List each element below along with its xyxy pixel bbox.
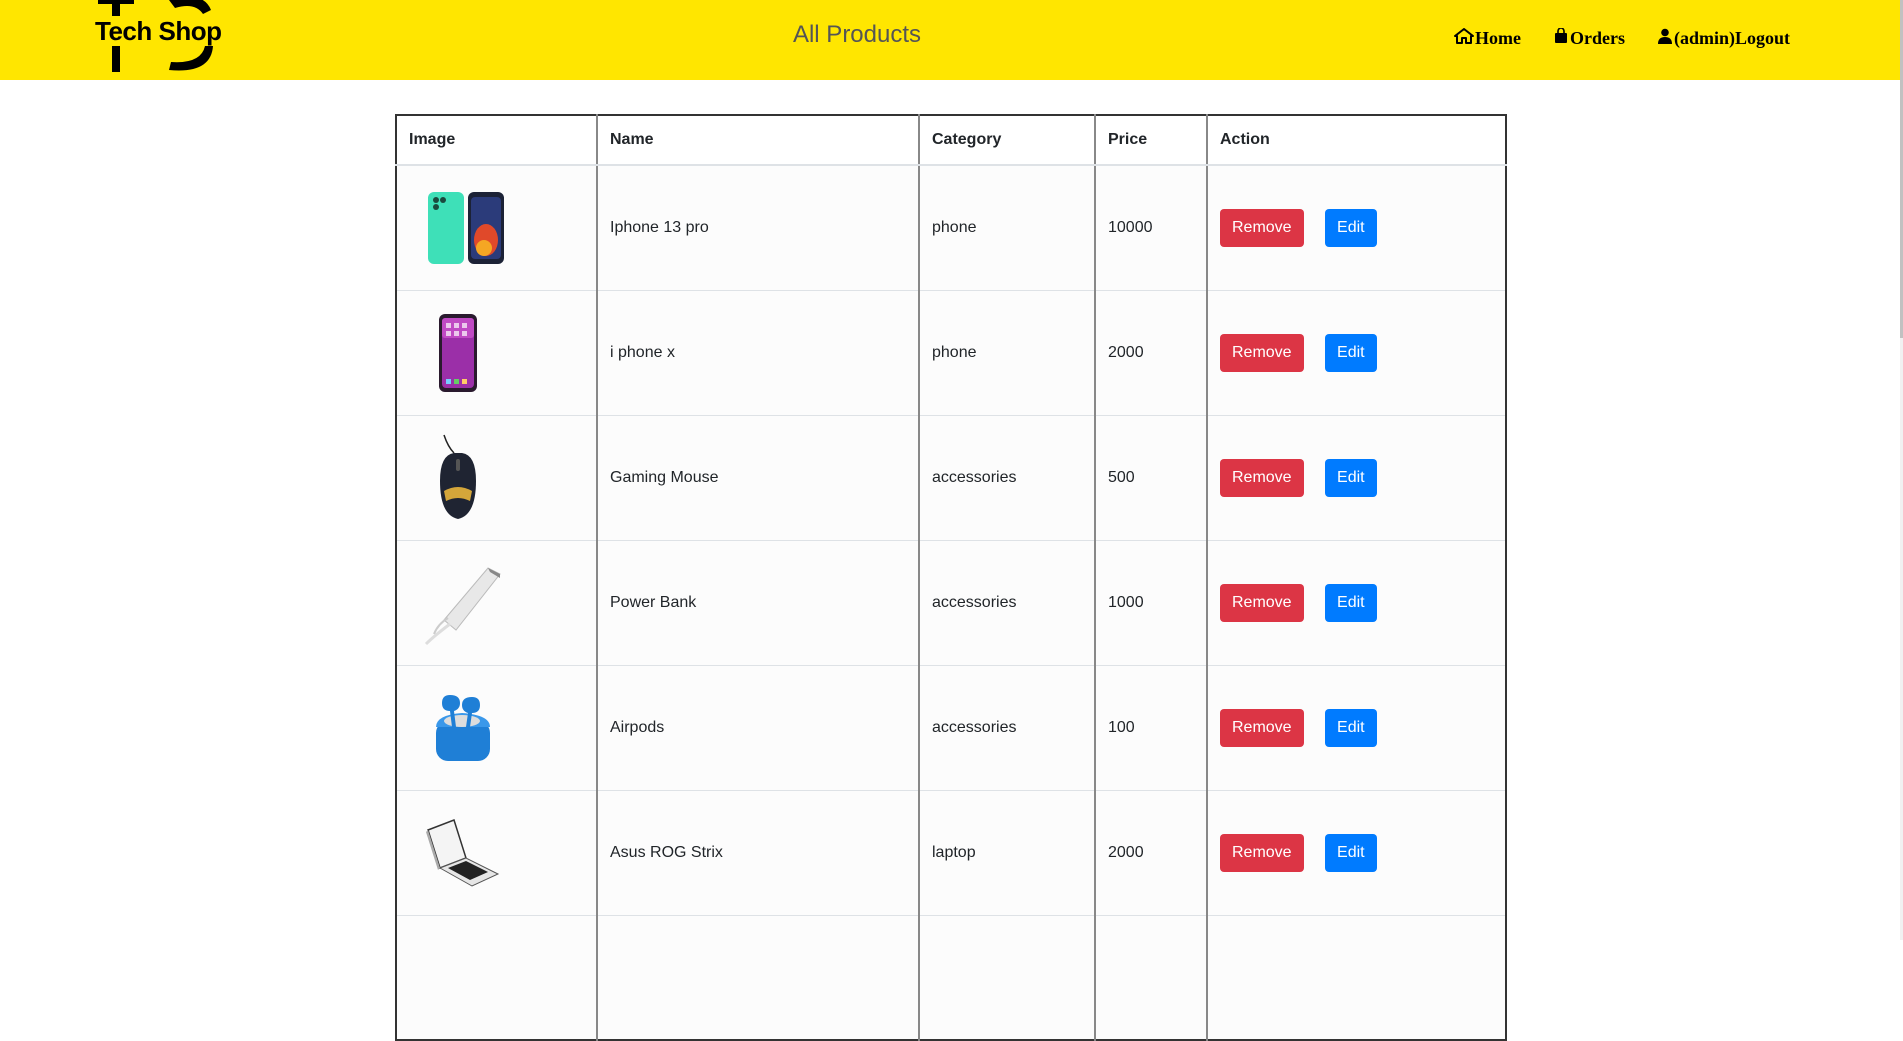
table-row bbox=[396, 914, 1507, 1041]
product-name-partial bbox=[596, 914, 920, 1041]
product-image-cell bbox=[396, 539, 598, 666]
product-image-cell bbox=[396, 164, 598, 291]
top-navbar: Tech Shop All Products Home Orders (admi… bbox=[0, 0, 1900, 80]
edit-button[interactable]: Edit bbox=[1325, 458, 1377, 497]
product-category: accessories bbox=[918, 539, 1096, 666]
nav-orders-label: Orders bbox=[1569, 28, 1625, 48]
mouse-image bbox=[409, 433, 509, 523]
product-image-cell bbox=[396, 289, 598, 416]
product-image-cell bbox=[396, 414, 598, 541]
product-category: phone bbox=[918, 164, 1096, 291]
shopping-bag-icon bbox=[1553, 27, 1570, 49]
logo-text: Tech Shop bbox=[95, 16, 222, 46]
table-row: Gaming Mouse accessories 500 Remove Edit bbox=[396, 414, 1507, 541]
product-name: Power Bank bbox=[596, 539, 920, 666]
product-price: 2000 bbox=[1094, 789, 1208, 916]
edit-button[interactable]: Edit bbox=[1325, 333, 1377, 372]
table-row: Asus ROG Strix laptop 2000 Remove Edit bbox=[396, 789, 1507, 916]
edit-button[interactable]: Edit bbox=[1325, 583, 1377, 622]
product-actions: Remove Edit bbox=[1206, 539, 1507, 666]
product-category: phone bbox=[918, 289, 1096, 416]
product-name: i phone x bbox=[596, 289, 920, 416]
nav-links: Home Orders (admin)Logout bbox=[1454, 27, 1790, 49]
power-bank-image bbox=[409, 558, 509, 648]
product-name: Asus ROG Strix bbox=[596, 789, 920, 916]
remove-button[interactable]: Remove bbox=[1220, 458, 1304, 497]
table-row: Airpods accessories 100 Remove Edit bbox=[396, 664, 1507, 791]
products-table-container: Image Name Category Price Action Iphone … bbox=[395, 114, 1507, 1041]
nav-orders-link[interactable]: Orders bbox=[1553, 27, 1625, 49]
product-category: accessories bbox=[918, 664, 1096, 791]
remove-button[interactable]: Remove bbox=[1220, 583, 1304, 622]
product-actions: Remove Edit bbox=[1206, 289, 1507, 416]
product-price: 1000 bbox=[1094, 539, 1208, 666]
nav-logout-label: (admin)Logout bbox=[1673, 28, 1790, 48]
product-price: 10000 bbox=[1094, 164, 1208, 291]
edit-button[interactable]: Edit bbox=[1325, 208, 1377, 247]
column-header-price: Price bbox=[1094, 114, 1208, 166]
remove-button[interactable]: Remove bbox=[1220, 333, 1304, 372]
table-row: i phone x phone 2000 Remove Edit bbox=[396, 289, 1507, 416]
product-category: accessories bbox=[918, 414, 1096, 541]
page-title: All Products bbox=[792, 21, 922, 48]
remove-button[interactable]: Remove bbox=[1220, 208, 1304, 247]
product-price-partial bbox=[1094, 914, 1208, 1041]
column-header-action: Action bbox=[1206, 114, 1507, 166]
laptop-image bbox=[409, 808, 509, 898]
edit-button[interactable]: Edit bbox=[1325, 708, 1377, 747]
table-header-row: Image Name Category Price Action bbox=[396, 114, 1507, 166]
product-price: 2000 bbox=[1094, 289, 1208, 416]
remove-button[interactable]: Remove bbox=[1220, 833, 1304, 872]
product-actions: Remove Edit bbox=[1206, 789, 1507, 916]
products-table: Image Name Category Price Action Iphone … bbox=[395, 114, 1507, 1041]
remove-button[interactable]: Remove bbox=[1220, 708, 1304, 747]
product-name: Airpods bbox=[596, 664, 920, 791]
column-header-category: Category bbox=[918, 114, 1096, 166]
product-price: 500 bbox=[1094, 414, 1208, 541]
product-image-cell bbox=[396, 914, 598, 1041]
column-header-image: Image bbox=[396, 114, 598, 166]
nav-logout-link[interactable]: (admin)Logout bbox=[1657, 28, 1790, 49]
table-row: Iphone 13 pro phone 10000 Remove Edit bbox=[396, 164, 1507, 291]
product-price: 100 bbox=[1094, 664, 1208, 791]
product-image-cell bbox=[396, 664, 598, 791]
product-actions: Remove Edit bbox=[1206, 664, 1507, 791]
product-image-cell bbox=[396, 789, 598, 916]
product-category-partial bbox=[918, 914, 1096, 1041]
product-category: laptop bbox=[918, 789, 1096, 916]
product-actions: Remove Edit bbox=[1206, 414, 1507, 541]
product-name: Gaming Mouse bbox=[596, 414, 920, 541]
user-icon bbox=[1657, 28, 1674, 49]
nav-home-link[interactable]: Home bbox=[1454, 28, 1521, 49]
home-icon bbox=[1454, 28, 1475, 49]
product-actions-partial bbox=[1206, 914, 1507, 1041]
edit-button[interactable]: Edit bbox=[1325, 833, 1377, 872]
phone-pair-image bbox=[409, 183, 509, 273]
product-name: Iphone 13 pro bbox=[596, 164, 920, 291]
nav-home-label: Home bbox=[1475, 28, 1521, 48]
column-header-name: Name bbox=[596, 114, 920, 166]
table-row: Power Bank accessories 1000 Remove Edit bbox=[396, 539, 1507, 666]
tech-shop-logo[interactable]: Tech Shop bbox=[93, 0, 223, 78]
airpods-image bbox=[409, 683, 509, 773]
phone-image bbox=[409, 308, 509, 398]
product-actions: Remove Edit bbox=[1206, 164, 1507, 291]
